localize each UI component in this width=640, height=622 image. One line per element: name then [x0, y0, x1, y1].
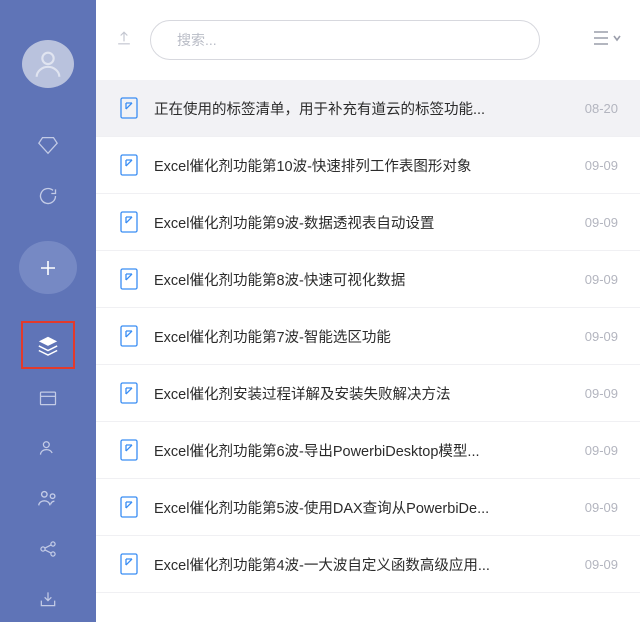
item-title: Excel催化剂安装过程详解及安装失败解决方法 — [154, 383, 569, 404]
item-date: 09-09 — [585, 386, 618, 401]
list-item[interactable]: Excel催化剂功能第9波-数据透视表自动设置 09-09 — [96, 194, 640, 251]
user-icon — [31, 47, 65, 81]
add-button[interactable] — [19, 241, 77, 295]
list-item[interactable]: Excel催化剂功能第7波-智能选区功能 09-09 — [96, 308, 640, 365]
document-icon — [120, 268, 138, 290]
document-icon — [120, 97, 138, 119]
item-title: Excel催化剂功能第10波-快速排列工作表图形对象 — [154, 155, 569, 176]
item-title: Excel催化剂功能第8波-快速可视化数据 — [154, 269, 569, 290]
sidebar-item-folder[interactable] — [0, 374, 96, 420]
sidebar-item-layers[interactable] — [20, 320, 76, 370]
item-date: 09-09 — [585, 272, 618, 287]
item-title: Excel催化剂功能第4波-一大波自定义函数高级应用... — [154, 554, 569, 575]
upload-button[interactable] — [114, 28, 134, 53]
item-date: 09-09 — [585, 158, 618, 173]
list-item[interactable]: Excel催化剂功能第8波-快速可视化数据 09-09 — [96, 251, 640, 308]
sidebar-item-sync[interactable] — [0, 172, 96, 218]
search-box[interactable] — [150, 20, 540, 60]
document-icon — [120, 382, 138, 404]
list-item[interactable]: 正在使用的标签清单，用于补充有道云的标签功能... 08-20 — [96, 80, 640, 137]
list-item[interactable]: Excel催化剂功能第5波-使用DAX查询从PowerbiDe... 09-09 — [96, 479, 640, 536]
main-panel: 正在使用的标签清单，用于补充有道云的标签功能... 08-20 Excel催化剂功… — [96, 0, 640, 622]
sidebar-item-share[interactable] — [0, 525, 96, 571]
document-list: 正在使用的标签清单，用于补充有道云的标签功能... 08-20 Excel催化剂功… — [96, 80, 640, 622]
list-item[interactable]: Excel催化剂安装过程详解及安装失败解决方法 09-09 — [96, 365, 640, 422]
sidebar-item-group[interactable] — [0, 475, 96, 521]
item-title: Excel催化剂功能第6波-导出PowerbiDesktop模型... — [154, 440, 569, 461]
item-title: Excel催化剂功能第5波-使用DAX查询从PowerbiDe... — [154, 497, 569, 518]
document-icon — [120, 325, 138, 347]
item-title: Excel催化剂功能第7波-智能选区功能 — [154, 326, 569, 347]
document-icon — [120, 439, 138, 461]
diamond-icon — [37, 134, 59, 156]
upload-icon — [114, 28, 134, 48]
item-title: Excel催化剂功能第9波-数据透视表自动设置 — [154, 212, 569, 233]
view-menu-button[interactable] — [592, 28, 622, 53]
sync-icon — [38, 186, 58, 206]
person-icon — [38, 438, 58, 458]
item-date: 09-09 — [585, 215, 618, 230]
list-item[interactable]: Excel催化剂功能第4波-一大波自定义函数高级应用... 09-09 — [96, 536, 640, 593]
group-icon — [37, 487, 59, 509]
sidebar-item-diamond[interactable] — [0, 122, 96, 168]
list-menu-icon — [592, 28, 622, 48]
folder-icon — [38, 388, 58, 408]
item-date: 09-09 — [585, 443, 618, 458]
document-icon — [120, 553, 138, 575]
layers-icon — [37, 334, 59, 356]
document-icon — [120, 496, 138, 518]
sidebar — [0, 0, 96, 622]
toolbar — [96, 0, 640, 80]
search-input[interactable] — [177, 32, 513, 48]
document-icon — [120, 154, 138, 176]
list-item[interactable]: Excel催化剂功能第10波-快速排列工作表图形对象 09-09 — [96, 137, 640, 194]
download-icon — [38, 589, 58, 609]
item-date: 09-09 — [585, 329, 618, 344]
item-title: 正在使用的标签清单，用于补充有道云的标签功能... — [154, 98, 569, 119]
list-item[interactable]: Excel催化剂功能第6波-导出PowerbiDesktop模型... 09-09 — [96, 422, 640, 479]
item-date: 09-09 — [585, 500, 618, 515]
item-date: 09-09 — [585, 557, 618, 572]
share-icon — [38, 539, 58, 559]
sidebar-item-download[interactable] — [0, 576, 96, 622]
item-date: 08-20 — [585, 101, 618, 116]
sidebar-item-contact[interactable] — [0, 425, 96, 471]
plus-icon — [36, 256, 60, 280]
document-icon — [120, 211, 138, 233]
avatar[interactable] — [22, 40, 74, 88]
